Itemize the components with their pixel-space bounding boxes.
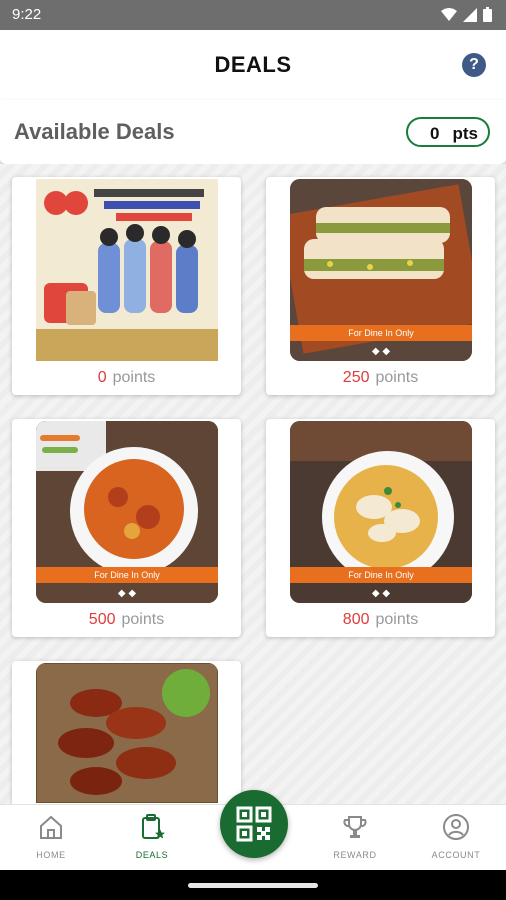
battery-icon [483,7,492,22]
available-deals-bar: Available Deals 0 pts [0,100,506,164]
brand-logo-icon: ◆ ◆ [117,588,137,599]
deal-card[interactable]: For Dine In Only ◆ ◆ 500 points [12,419,241,637]
trophy-icon [343,816,367,838]
points-badge: 0 pts [406,117,490,147]
deal-points: 800 points [266,611,495,629]
deal-card[interactable]: For Dine In Only ◆ ◆ 800 points [266,419,495,637]
nav-reward-label: REWARD [333,850,377,860]
nav-deals-label: DEALS [135,850,169,860]
status-bar: 9:22 [0,0,506,30]
points-value: 0 [430,124,440,143]
deal-points: 500 points [12,611,241,629]
nav-home[interactable]: HOME [11,813,91,860]
help-icon[interactable]: ? [462,53,486,77]
deal-points-value: 250 [342,369,370,386]
deals-icon [142,814,165,839]
qr-code-icon [236,806,272,842]
brand-logo-icon: ◆ ◆ [371,588,391,599]
nav-home-label: HOME [36,850,66,860]
qr-scan-button[interactable] [220,790,288,858]
deal-points: 0 points [12,369,241,387]
points-unit: pts [452,124,479,143]
toast-sandwich-image: For Dine In Only ◆ ◆ [290,179,472,361]
nav-account[interactable]: ACCOUNT [416,813,496,860]
wifi-icon [441,7,457,21]
home-icon [40,815,62,839]
deal-points-unit: points [375,369,419,386]
deal-points: 250 points [266,369,495,387]
deal-points-unit: points [121,611,165,628]
deal-points-value: 500 [88,611,116,628]
nav-reward[interactable]: REWARD [315,813,395,860]
deal-card[interactable]: For Dine In Only ◆ ◆ 250 points [266,177,495,395]
dine-in-banner: For Dine In Only [36,567,218,583]
chicken-wings-image [36,663,218,803]
home-gesture-bar[interactable] [188,883,318,888]
available-deals-title: Available Deals [14,119,175,144]
deal-card[interactable]: 0 points [12,177,241,395]
account-icon [443,814,469,840]
nav-deals[interactable]: DEALS [112,813,192,860]
app-header: DEALS ? [0,30,506,100]
dumpling-soup-image: For Dine In Only ◆ ◆ [290,421,472,603]
deal-points-unit: points [112,369,156,386]
deal-points-value: 800 [342,611,370,628]
deal-points-value: 0 [97,369,107,386]
clock: 9:22 [12,6,42,23]
deal-card[interactable] [12,661,241,821]
system-nav-bar [0,870,506,900]
nav-account-label: ACCOUNT [431,850,481,860]
brand-logo-icon: ◆ ◆ [371,346,391,357]
dine-in-banner: For Dine In Only [290,567,472,583]
curry-vegetables-image: For Dine In Only ◆ ◆ [36,421,218,603]
system-icons [441,7,492,22]
signal-icon [463,7,477,22]
member-promo-image [36,179,218,361]
deal-points-unit: points [375,611,419,628]
page-title: DEALS [214,52,292,77]
dine-in-banner: For Dine In Only [290,325,472,341]
